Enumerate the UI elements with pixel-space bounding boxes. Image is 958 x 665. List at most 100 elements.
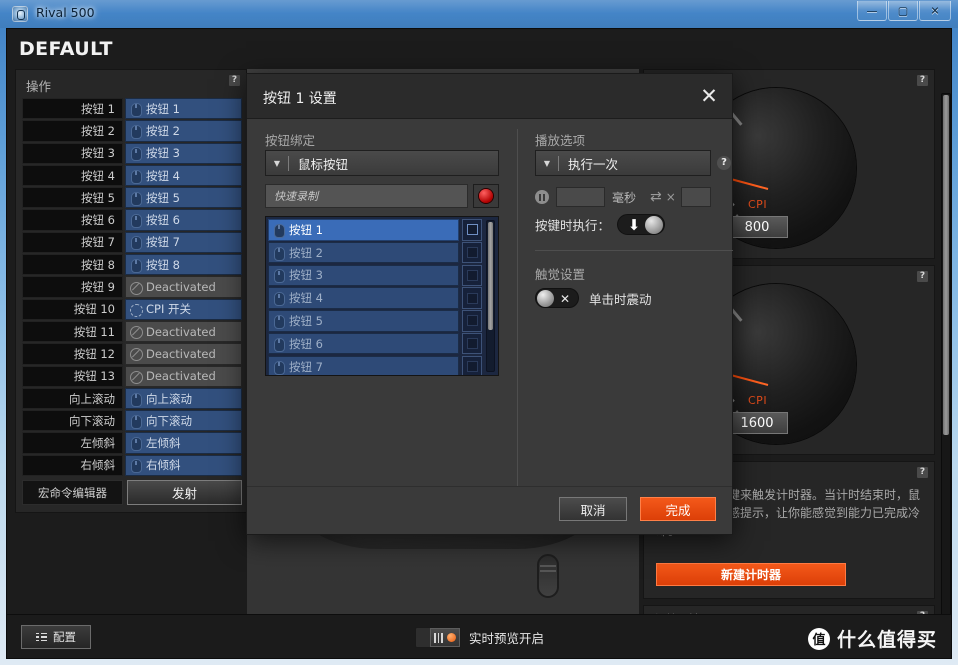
binding-list-item[interactable]: 按钮 2 bbox=[268, 241, 482, 264]
binding-list-item[interactable]: 按钮 5 bbox=[268, 310, 482, 332]
mouse-icon bbox=[130, 235, 142, 251]
operation-row[interactable]: 按钮 8 按钮 8 bbox=[22, 254, 242, 276]
binding-list-item-checkbox[interactable] bbox=[462, 355, 482, 375]
cpi-panel-2-help-icon[interactable]: ? bbox=[917, 271, 928, 282]
binding-list-item-main[interactable]: 按钮 5 bbox=[268, 310, 459, 332]
operation-binding[interactable]: 向上滚动 bbox=[125, 387, 242, 410]
binding-list-item-checkbox[interactable] bbox=[462, 264, 482, 287]
checkbox-inner bbox=[466, 315, 478, 327]
operation-row[interactable]: 按钮 7 按钮 7 bbox=[22, 231, 242, 254]
operation-row[interactable]: 按钮 10 CPI 开关 bbox=[22, 298, 242, 320]
operation-row[interactable]: 按钮 13 Deactivated bbox=[22, 365, 242, 387]
binding-list-item-main[interactable]: 按钮 7 bbox=[268, 355, 459, 375]
binding-list-item-main[interactable]: 按钮 4 bbox=[268, 287, 459, 309]
playback-mode-select[interactable]: ▼ 执行一次 bbox=[535, 150, 711, 176]
mouse-icon bbox=[273, 314, 285, 329]
binding-list-item-checkbox[interactable] bbox=[462, 219, 482, 241]
delay-input[interactable] bbox=[556, 187, 605, 207]
operation-binding[interactable]: Deactivated bbox=[125, 365, 242, 387]
operation-binding-label: Deactivated bbox=[146, 280, 216, 295]
binding-list-item[interactable]: 按钮 7 bbox=[268, 355, 482, 375]
live-preview-toggle[interactable] bbox=[415, 627, 461, 648]
quick-record-input[interactable]: 快速录制 bbox=[265, 184, 468, 208]
operation-binding-label: 按钮 2 bbox=[146, 123, 180, 138]
keypress-execute-toggle[interactable]: ⬇ bbox=[617, 214, 666, 235]
record-button[interactable] bbox=[473, 184, 499, 208]
mouse-icon bbox=[130, 169, 142, 184]
config-button[interactable]: ... 配置 bbox=[21, 625, 91, 649]
cancel-button[interactable]: 取消 bbox=[559, 497, 627, 521]
operation-binding[interactable]: Deactivated bbox=[125, 343, 242, 365]
operation-binding[interactable]: Deactivated bbox=[125, 320, 242, 343]
minimize-button[interactable]: — bbox=[857, 1, 887, 21]
operation-binding[interactable]: 向下滚动 bbox=[125, 410, 242, 432]
cpi-value-1[interactable]: 800 bbox=[726, 216, 788, 238]
playback-help-icon[interactable]: ? bbox=[717, 156, 731, 170]
binding-list-item[interactable]: 按钮 1 bbox=[268, 219, 482, 241]
scrollbar-thumb[interactable] bbox=[943, 95, 949, 435]
operation-binding[interactable]: 右倾斜 bbox=[125, 454, 242, 477]
operation-binding[interactable]: Deactivated bbox=[125, 276, 242, 298]
maximize-button[interactable]: ▢ bbox=[888, 1, 918, 21]
operation-label: 按钮 6 bbox=[22, 209, 123, 231]
operation-binding[interactable]: 按钮 6 bbox=[125, 209, 242, 231]
mouse-icon bbox=[273, 246, 285, 261]
haptic-toggle[interactable]: ✕ bbox=[535, 288, 579, 308]
operation-binding[interactable]: 按钮 5 bbox=[125, 187, 242, 209]
scrollbar-thumb[interactable] bbox=[488, 222, 493, 330]
fire-button[interactable]: 发射 bbox=[127, 480, 242, 505]
binding-list-item-checkbox[interactable] bbox=[462, 332, 482, 355]
operation-row[interactable]: 按钮 9 Deactivated bbox=[22, 276, 242, 298]
binding-list-item-main[interactable]: 按钮 6 bbox=[268, 332, 459, 355]
operation-row[interactable]: 向下滚动 向下滚动 bbox=[22, 410, 242, 432]
binding-list-item[interactable]: 按钮 4 bbox=[268, 287, 482, 309]
operation-binding[interactable]: 按钮 3 bbox=[125, 142, 242, 164]
status-bar: ... 配置 实时预览开启 值 什么值得买 bbox=[7, 614, 951, 658]
operation-row[interactable]: 按钮 6 按钮 6 bbox=[22, 209, 242, 231]
operation-binding[interactable]: 按钮 7 bbox=[125, 231, 242, 254]
close-icon[interactable]: ✕ bbox=[698, 85, 720, 107]
binding-options-list[interactable]: 按钮 1按钮 2按钮 3按钮 4按钮 5按钮 6按钮 7按钮 8CPI 开关向上… bbox=[265, 216, 499, 376]
binding-list-item-checkbox[interactable] bbox=[462, 310, 482, 332]
operations-help-icon[interactable]: ? bbox=[229, 75, 240, 86]
repeat-count-input[interactable] bbox=[680, 187, 711, 207]
operation-row[interactable]: 按钮 3 按钮 3 bbox=[22, 142, 242, 164]
operation-row[interactable]: 按钮 12 Deactivated bbox=[22, 343, 242, 365]
operation-binding[interactable]: 按钮 4 bbox=[125, 164, 242, 187]
operation-row[interactable]: 按钮 1 按钮 1 bbox=[22, 98, 242, 120]
operation-binding[interactable]: 按钮 2 bbox=[125, 120, 242, 142]
new-timer-button[interactable]: 新建计时器 bbox=[656, 563, 846, 586]
binding-list-item[interactable]: 按钮 3 bbox=[268, 264, 482, 287]
operation-row[interactable]: 右倾斜 右倾斜 bbox=[22, 454, 242, 477]
main-vertical-scrollbar[interactable] bbox=[941, 93, 951, 621]
operation-row[interactable]: 向上滚动 向上滚动 bbox=[22, 387, 242, 410]
operation-row[interactable]: 左倾斜 左倾斜 bbox=[22, 432, 242, 454]
cpi-unit-label-1: CPI bbox=[748, 198, 768, 211]
application-window: DEFAULT 侧边按键区 标志 ? bbox=[6, 28, 952, 659]
operation-binding[interactable]: 按钮 1 bbox=[125, 98, 242, 120]
operation-row[interactable]: 按钮 2 按钮 2 bbox=[22, 120, 242, 142]
operation-row[interactable]: 按钮 5 按钮 5 bbox=[22, 187, 242, 209]
binding-type-select[interactable]: ▼ 鼠标按钮 bbox=[265, 150, 499, 176]
binding-list-item-checkbox[interactable] bbox=[462, 241, 482, 264]
finish-button[interactable]: 完成 bbox=[640, 497, 716, 521]
binding-list-item-main[interactable]: 按钮 2 bbox=[268, 241, 459, 264]
binding-list-item-checkbox[interactable] bbox=[462, 287, 482, 309]
binding-list-item[interactable]: 按钮 6 bbox=[268, 332, 482, 355]
macro-editor-button[interactable]: 宏命令编辑器 bbox=[22, 480, 123, 505]
operation-binding[interactable]: 左倾斜 bbox=[125, 432, 242, 454]
operation-binding[interactable]: CPI 开关 bbox=[125, 298, 242, 320]
close-button[interactable]: ✕ bbox=[919, 1, 951, 21]
cpi-value-2[interactable]: 1600 bbox=[726, 412, 788, 434]
scroll-wheel-illustration[interactable] bbox=[537, 554, 559, 598]
live-preview-group[interactable]: 实时预览开启 bbox=[415, 627, 544, 648]
binding-list-item-main[interactable]: 按钮 1 bbox=[268, 219, 459, 241]
binding-list-item-main[interactable]: 按钮 3 bbox=[268, 264, 459, 287]
operation-row[interactable]: 按钮 11 Deactivated bbox=[22, 320, 242, 343]
cpi-panel-1-help-icon[interactable]: ? bbox=[917, 75, 928, 86]
mouse-icon bbox=[130, 392, 142, 407]
operation-binding[interactable]: 按钮 8 bbox=[125, 254, 242, 276]
timer-panel-help-icon[interactable]: ? bbox=[917, 467, 928, 478]
binding-list-scrollbar[interactable] bbox=[486, 220, 495, 372]
operation-row[interactable]: 按钮 4 按钮 4 bbox=[22, 164, 242, 187]
